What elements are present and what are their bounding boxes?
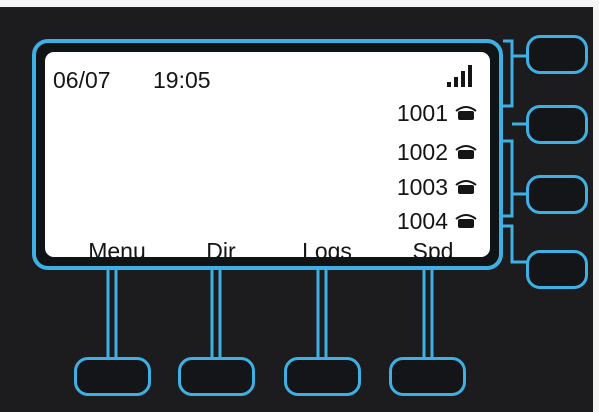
line-number: 1004 bbox=[396, 208, 448, 234]
lcd-screen: 06/07 19:05 1001 1002 1003 1004 Menu Dir… bbox=[45, 52, 490, 257]
status-date: 06/07 bbox=[53, 67, 111, 93]
line-key-2[interactable] bbox=[526, 105, 588, 144]
line-key-4[interactable] bbox=[526, 250, 588, 289]
softkey-label-menu: Menu bbox=[88, 238, 146, 257]
softkey-label-logs: Logs bbox=[302, 238, 352, 257]
line-1003: 1003 bbox=[397, 174, 478, 200]
line-key-1[interactable] bbox=[526, 35, 588, 74]
signal-bars-icon bbox=[447, 65, 472, 87]
line-number: 1002 bbox=[396, 139, 448, 165]
handset-icon bbox=[455, 214, 477, 228]
softkey-dir-button[interactable] bbox=[178, 357, 255, 396]
handset-icon bbox=[455, 106, 477, 120]
softkey-spd-button[interactable] bbox=[389, 357, 466, 396]
softkey-logs-button[interactable] bbox=[284, 357, 361, 396]
line-number: 1003 bbox=[396, 174, 448, 200]
handset-icon bbox=[455, 180, 477, 194]
line-key-3[interactable] bbox=[526, 175, 588, 214]
softkey-menu-button[interactable] bbox=[74, 357, 151, 396]
line-1001: 1001 bbox=[397, 100, 478, 126]
line-1004: 1004 bbox=[397, 208, 478, 234]
display-bezel: 06/07 19:05 1001 1002 1003 1004 Menu Dir… bbox=[32, 39, 503, 270]
softkey-label-dir: Dir bbox=[206, 238, 236, 257]
line-number: 1001 bbox=[396, 100, 448, 126]
handset-icon bbox=[455, 145, 477, 159]
phone-panel: 06/07 19:05 1001 1002 1003 1004 Menu Dir… bbox=[0, 0, 599, 412]
softkey-label-spd: Spd bbox=[412, 238, 454, 257]
line-1002: 1002 bbox=[397, 139, 478, 165]
status-time: 19:05 bbox=[153, 67, 211, 93]
